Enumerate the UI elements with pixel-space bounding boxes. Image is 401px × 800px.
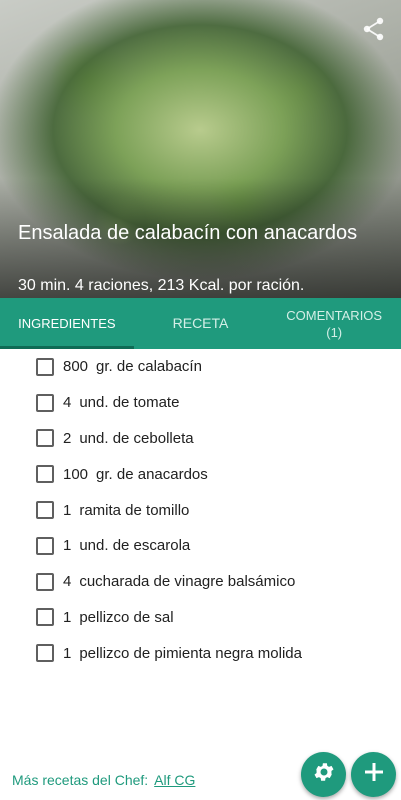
ingredient-checkbox[interactable] bbox=[36, 465, 54, 484]
gear-icon bbox=[312, 760, 336, 789]
ingredient-item: 1 pellizco de pimienta negra molida bbox=[0, 635, 401, 671]
ingredient-checkbox[interactable] bbox=[36, 608, 54, 627]
ingredient-quantity: 800 bbox=[63, 358, 89, 376]
ingredient-quantity: 1 bbox=[63, 644, 72, 662]
ingredient-quantity: 4 bbox=[63, 573, 72, 591]
footer-label: Más recetas del Chef: bbox=[12, 772, 149, 788]
tab-receta[interactable]: RECETA bbox=[134, 298, 268, 349]
ingredient-item: 1 ramita de tomillo bbox=[0, 492, 401, 528]
ingredient-description: ramita de tomillo bbox=[79, 501, 190, 519]
ingredient-checkbox[interactable] bbox=[36, 644, 54, 663]
ingredient-description: pellizco de sal bbox=[79, 608, 174, 626]
ingredient-quantity: 1 bbox=[63, 608, 72, 626]
ingredient-item: 1 pellizco de sal bbox=[0, 600, 401, 636]
recipe-hero: Ensalada de calabacín con anacardos 30 m… bbox=[0, 0, 401, 298]
ingredient-item: 4 und. de tomate bbox=[0, 385, 401, 421]
tab-ingredientes[interactable]: INGREDIENTES bbox=[0, 298, 134, 349]
ingredient-item: 800 gr. de calabacín bbox=[0, 349, 401, 385]
ingredient-list: 800 gr. de calabacín 4 und. de tomate 2 und. … bbox=[0, 349, 401, 671]
ingredient-description: pellizco de pimienta negra molida bbox=[79, 644, 302, 662]
ingredient-checkbox[interactable] bbox=[36, 357, 54, 376]
plus-icon bbox=[363, 761, 385, 788]
ingredient-checkbox[interactable] bbox=[36, 501, 54, 520]
tab-bar: INGREDIENTES RECETA COMENTARIOS (1) bbox=[0, 298, 401, 349]
ingredient-checkbox[interactable] bbox=[36, 429, 54, 448]
ingredient-item: 4 cucharada de vinagre balsámico bbox=[0, 564, 401, 600]
ingredient-quantity: 2 bbox=[63, 429, 72, 447]
chef-footer: Más recetas del Chef: Alf CG bbox=[12, 772, 195, 788]
ingredient-quantity: 1 bbox=[63, 501, 72, 519]
ingredient-description: gr. de anacardos bbox=[96, 465, 208, 483]
ingredient-description: und. de cebolleta bbox=[79, 429, 194, 447]
share-icon[interactable] bbox=[361, 16, 387, 42]
recipe-title: Ensalada de calabacín con anacardos bbox=[18, 222, 358, 244]
ingredient-checkbox[interactable] bbox=[36, 393, 54, 412]
ingredient-description: und. de escarola bbox=[79, 537, 191, 555]
ingredient-checkbox[interactable] bbox=[36, 572, 54, 591]
ingredient-item: 2 und. de cebolleta bbox=[0, 421, 401, 457]
ingredient-description: und. de tomate bbox=[79, 394, 180, 412]
settings-button[interactable] bbox=[301, 752, 346, 797]
ingredient-item: 100 gr. de anacardos bbox=[0, 456, 401, 492]
ingredient-item: 1 und. de escarola bbox=[0, 528, 401, 564]
add-button[interactable] bbox=[351, 752, 396, 797]
ingredient-checkbox[interactable] bbox=[36, 536, 54, 555]
ingredient-quantity: 1 bbox=[63, 537, 72, 555]
tab-comentarios[interactable]: COMENTARIOS (1) bbox=[267, 298, 401, 349]
ingredient-description: gr. de calabacín bbox=[96, 358, 202, 376]
ingredient-quantity: 100 bbox=[63, 465, 89, 483]
ingredient-description: cucharada de vinagre balsámico bbox=[79, 573, 296, 591]
chef-link[interactable]: Alf CG bbox=[154, 772, 195, 788]
ingredient-quantity: 4 bbox=[63, 394, 72, 412]
tab-comentarios-label: COMENTARIOS (1) bbox=[286, 307, 383, 340]
recipe-subtitle: 30 min. 4 raciones, 213 Kcal. por ración… bbox=[18, 277, 305, 294]
